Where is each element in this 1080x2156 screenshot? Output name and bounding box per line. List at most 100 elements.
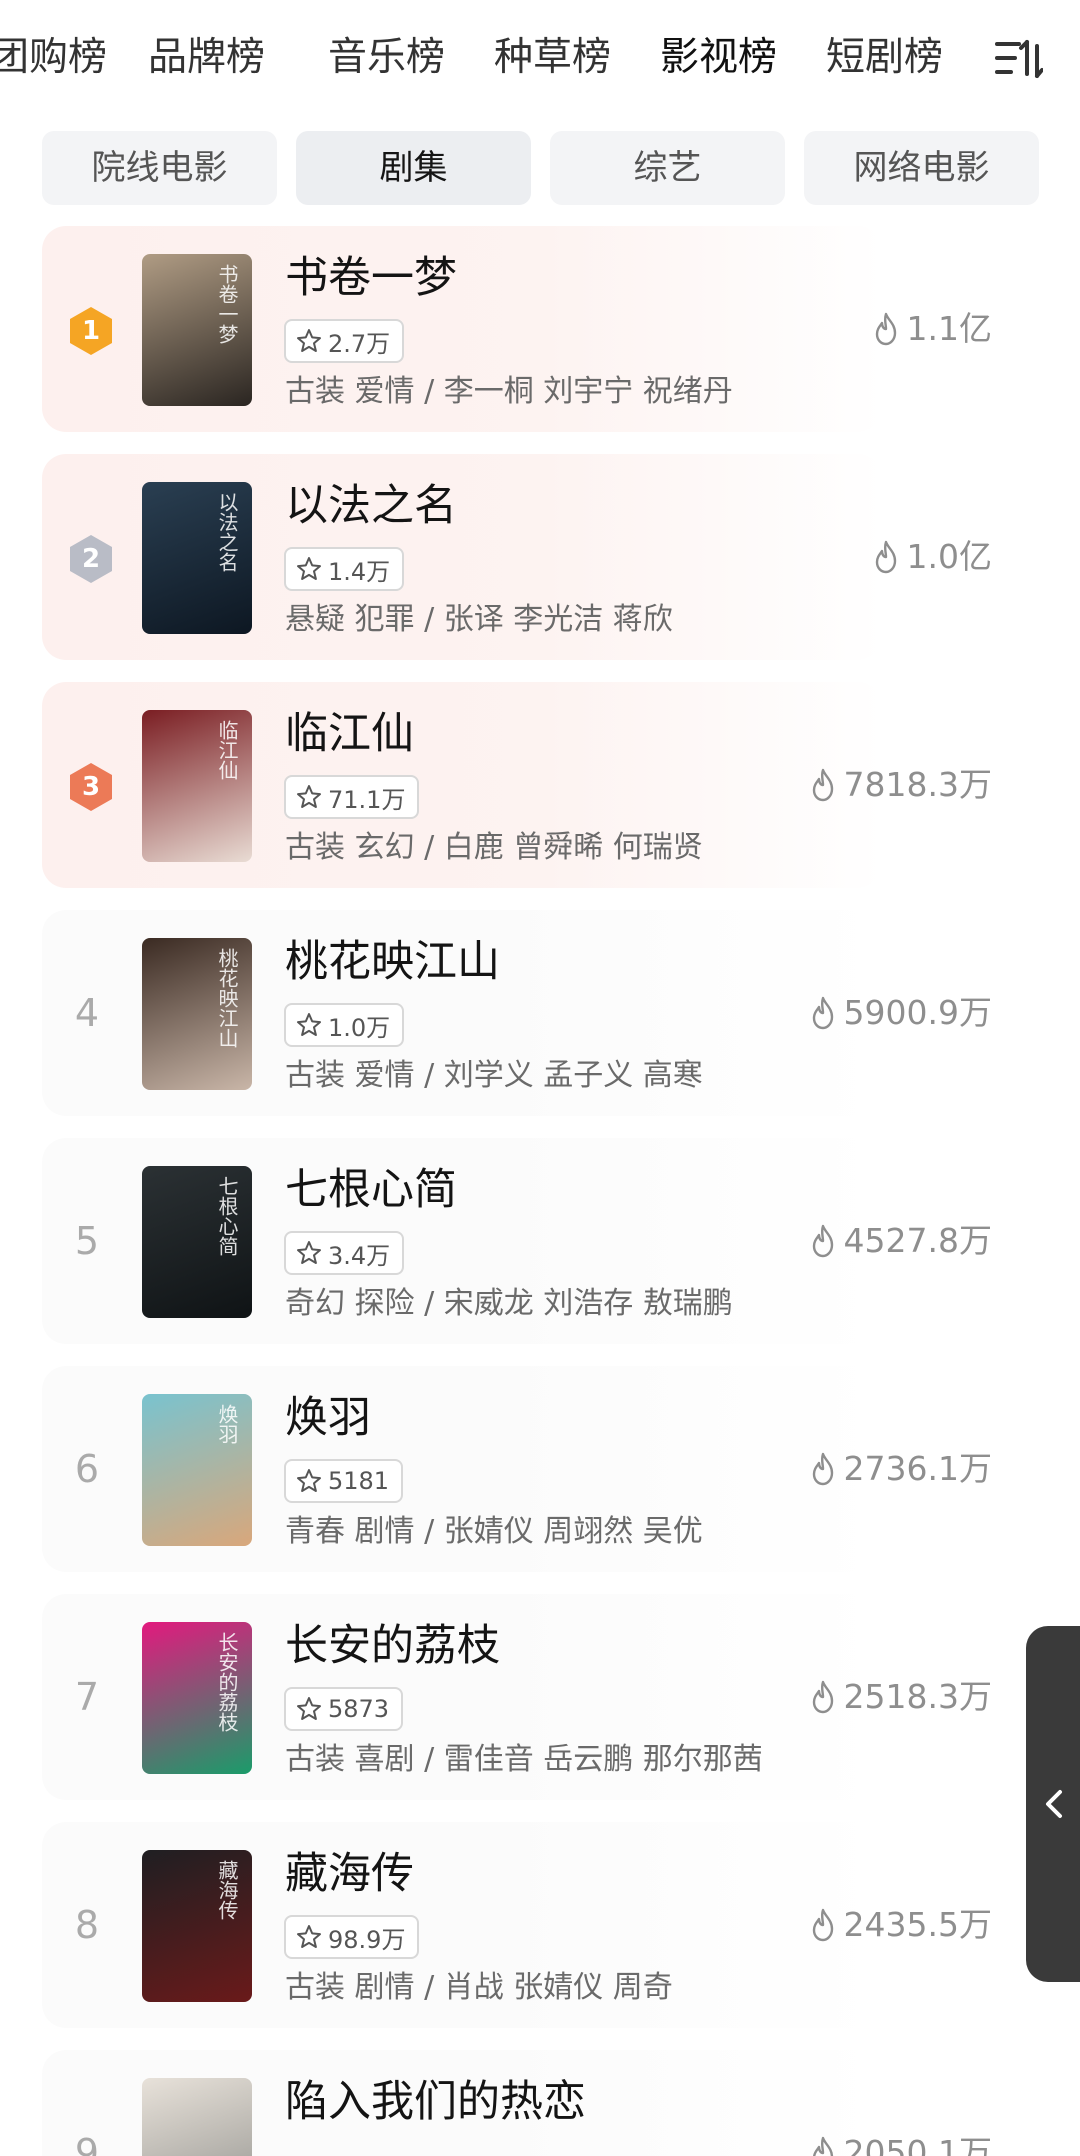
tab-group-buy[interactable]: 团购榜 bbox=[0, 30, 107, 86]
ranking-row[interactable]: 8 藏海传 藏海传 98.9万古装 剧情 / 肖战 张婧仪 周奇 2435.5万 bbox=[42, 1822, 1002, 2028]
ranking-row[interactable]: 5 七根心简 七根心简 3.4万 奇幻 探险 / 宋威龙 刘浩存 敖瑞鹏 4527.8万 bbox=[42, 1138, 1002, 1344]
rank-number: 2 bbox=[81, 544, 101, 574]
heat-value: 4527.8万 bbox=[843, 1221, 992, 1260]
show-title: 长安的荔枝 bbox=[285, 1621, 500, 1671]
poster-image[interactable]: 临江仙 bbox=[142, 710, 252, 862]
poster-image[interactable]: 桃花映江山 bbox=[142, 938, 252, 1090]
ranking-row[interactable]: 9 陷入我们的热恋 2050.1万 bbox=[42, 2050, 1002, 2156]
rank-number: 9 bbox=[74, 2131, 100, 2156]
show-title: 藏海传 bbox=[285, 1849, 414, 1899]
rank-number: 6 bbox=[74, 1447, 100, 1491]
heat-score: 4527.8万 bbox=[808, 1216, 992, 1266]
flame-outline-icon bbox=[812, 1908, 833, 1942]
ranking-row[interactable]: 7 长安的荔枝 长安的荔枝 5873 古装 喜剧 / 雷佳音 岳云鹏 那尔那茜 2518.… bbox=[42, 1594, 1002, 1800]
rating-value: 5873 bbox=[328, 1695, 390, 1723]
heat-score: 1.0亿 bbox=[871, 532, 992, 582]
rating-value: 5181 bbox=[328, 1467, 390, 1495]
poster-image[interactable]: 焕羽 bbox=[142, 1394, 252, 1546]
tab-music[interactable]: 音乐榜 bbox=[328, 30, 445, 86]
rating-value: 1.0万 bbox=[328, 1013, 391, 1042]
rating-value: 1.4万 bbox=[328, 557, 391, 586]
rank-medal-icon: 3 bbox=[68, 762, 114, 812]
flame-outline-icon bbox=[812, 1452, 833, 1486]
subtab-web-film[interactable]: 网络电影 bbox=[804, 131, 1039, 205]
rank-medal-icon: 2 bbox=[68, 534, 114, 584]
poster-image[interactable]: 以法之名 bbox=[142, 482, 252, 634]
poster-image[interactable]: 长安的荔枝 bbox=[142, 1622, 252, 1774]
poster-image[interactable]: 藏海传 bbox=[142, 1850, 252, 2002]
heat-score: 5900.9万 bbox=[808, 988, 992, 1038]
poster-title-art: 以法之名 bbox=[215, 492, 239, 572]
rank-number: 4 bbox=[74, 991, 100, 1035]
flame-outline-icon bbox=[812, 1680, 833, 1714]
rating-badge: 71.1万 bbox=[284, 775, 420, 819]
poster-title-art: 七根心简 bbox=[215, 1176, 239, 1256]
poster-title-art: 焕羽 bbox=[215, 1404, 239, 1444]
genre-cast-text: 奇幻 探险 / 宋威龙 刘浩存 敖瑞鹏 bbox=[285, 1286, 733, 1321]
star-outline-icon bbox=[297, 1013, 321, 1036]
flame-outline-icon bbox=[812, 2136, 833, 2156]
rating-badge: 5181 bbox=[284, 1459, 404, 1503]
rank-medal-icon: 1 bbox=[68, 306, 114, 356]
heat-value: 2050.1万 bbox=[843, 2133, 992, 2156]
rank-number: 8 bbox=[74, 1903, 100, 1947]
top-tab-bar: 团购榜 品牌榜 音乐榜 种草榜 影视榜 短剧榜 bbox=[0, 0, 1080, 118]
flame-outline-icon bbox=[875, 312, 896, 346]
poster-image[interactable] bbox=[142, 2078, 252, 2156]
genre-cast-text: 悬疑 犯罪 / 张译 李光洁 蒋欣 bbox=[285, 602, 673, 637]
genre-cast-text: 古装 喜剧 / 雷佳音 岳云鹏 那尔那茜 bbox=[285, 1742, 763, 1777]
ranking-row[interactable]: 3 临江仙 临江仙 71.1万 古装 玄幻 / 白鹿 曾舜晞 何瑞贤 7818.3万 bbox=[42, 682, 1002, 888]
ranking-row[interactable]: 6 焕羽 焕羽 5181 青春 剧情 / 张婧仪 周翊然 吴优 2736.1万 bbox=[42, 1366, 1002, 1572]
heat-score: 2435.5万 bbox=[808, 1900, 992, 1950]
heat-score: 1.1亿 bbox=[871, 304, 992, 354]
rating-value: 98.9万 bbox=[328, 1925, 406, 1954]
heat-value: 2435.5万 bbox=[843, 1905, 992, 1944]
heat-score: 7818.3万 bbox=[808, 760, 992, 810]
rank-number: 5 bbox=[74, 1219, 100, 1263]
poster-image[interactable]: 书卷一梦 bbox=[142, 254, 252, 406]
heat-score: 2518.3万 bbox=[808, 1672, 992, 1722]
ranking-row[interactable]: 1 书卷一梦 书卷一梦 2.7万古装 爱情 / 李一桐 刘宇宁 祝绪丹 1.1亿 bbox=[42, 226, 1002, 432]
rank-number: 3 bbox=[81, 772, 101, 802]
heat-score: 2736.1万 bbox=[808, 1444, 992, 1494]
star-outline-icon bbox=[297, 1697, 321, 1720]
poster-image[interactable]: 七根心简 bbox=[142, 1166, 252, 1318]
heat-value: 5900.9万 bbox=[843, 993, 992, 1032]
tab-brand[interactable]: 品牌榜 bbox=[148, 30, 265, 86]
heat-value: 1.1亿 bbox=[906, 309, 992, 348]
ranking-row[interactable]: 2 以法之名 以法之名 1.4万 悬疑 犯罪 / 张译 李光洁 蒋欣 1.0亿 bbox=[42, 454, 1002, 660]
rating-badge: 98.9万 bbox=[284, 1915, 420, 1959]
rating-value: 2.7万 bbox=[328, 329, 391, 358]
star-outline-icon bbox=[297, 1925, 321, 1948]
genre-cast-text: 古装 剧情 / 肖战 张婧仪 周奇 bbox=[285, 1970, 673, 2005]
genre-cast-text: 古装 爱情 / 刘学义 孟子义 高寒 bbox=[285, 1058, 703, 1093]
flame-outline-icon bbox=[812, 768, 833, 802]
rank-number: 7 bbox=[74, 1675, 100, 1719]
show-title: 临江仙 bbox=[285, 709, 414, 759]
heat-value: 1.0亿 bbox=[906, 537, 992, 576]
genre-cast-text: 青春 剧情 / 张婧仪 周翊然 吴优 bbox=[285, 1514, 703, 1549]
tab-short-drama[interactable]: 短剧榜 bbox=[826, 30, 943, 86]
heat-value: 2736.1万 bbox=[843, 1449, 992, 1488]
rating-badge: 5873 bbox=[284, 1687, 404, 1731]
tab-film-tv[interactable]: 影视榜 bbox=[660, 30, 777, 86]
sort-menu-icon[interactable] bbox=[993, 38, 1044, 80]
flame-outline-icon bbox=[812, 1224, 833, 1258]
show-title: 书卷一梦 bbox=[285, 253, 457, 303]
poster-title-art: 书卷一梦 bbox=[215, 264, 239, 344]
subtab-variety[interactable]: 综艺 bbox=[550, 131, 785, 205]
star-outline-icon bbox=[297, 1469, 321, 1492]
poster-title-art: 临江仙 bbox=[215, 720, 239, 780]
star-outline-icon bbox=[297, 1241, 321, 1264]
subtab-tv-series[interactable]: 剧集 bbox=[296, 131, 531, 205]
poster-title-art: 桃花映江山 bbox=[215, 948, 239, 1048]
side-drawer-handle[interactable] bbox=[1026, 1626, 1080, 1982]
heat-value: 2518.3万 bbox=[843, 1677, 992, 1716]
tab-seeding[interactable]: 种草榜 bbox=[494, 30, 611, 86]
subtab-theatrical-film[interactable]: 院线电影 bbox=[42, 131, 277, 205]
genre-cast-text: 古装 爱情 / 李一桐 刘宇宁 祝绪丹 bbox=[285, 374, 733, 409]
ranking-page: 团购榜 品牌榜 音乐榜 种草榜 影视榜 短剧榜 院线电影 剧集 综艺 网络电影 … bbox=[0, 0, 1080, 2156]
chevron-left-icon bbox=[1046, 1790, 1062, 1818]
ranking-row[interactable]: 4 桃花映江山 桃花映江山 1.0万 古装 爱情 / 刘学义 孟子义 高寒 5900.9万 bbox=[42, 910, 1002, 1116]
star-outline-icon bbox=[297, 329, 321, 352]
